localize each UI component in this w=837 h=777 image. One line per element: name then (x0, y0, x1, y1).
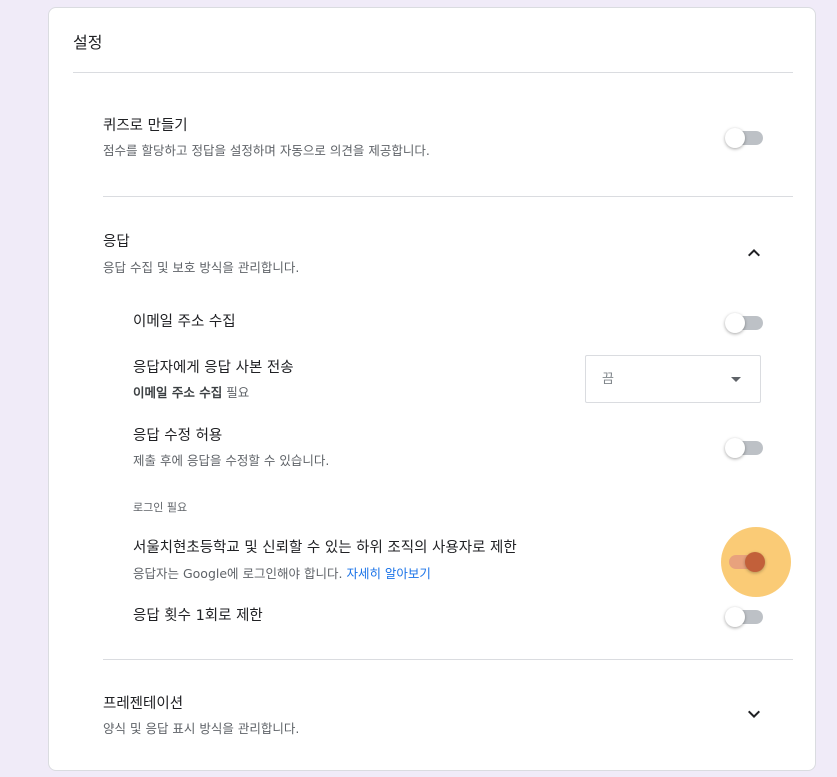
send-copy-select[interactable]: 끔 (585, 355, 761, 403)
send-copy-selected-value: 끔 (602, 372, 614, 387)
limit-one-toggle[interactable] (725, 605, 765, 629)
collect-email-toggle[interactable] (725, 311, 765, 335)
send-copy-requirement: 이메일 주소 수집 필요 (133, 384, 249, 402)
toggle-thumb (745, 552, 765, 572)
limit-one-title: 응답 횟수 1회로 제한 (133, 608, 263, 624)
allow-edit-description: 제출 후에 응답을 수정할 수 있습니다. (133, 453, 330, 468)
chevron-down-icon[interactable] (742, 702, 766, 726)
login-required-label: 로그인 필요 (133, 501, 188, 514)
toggle-thumb (725, 128, 745, 148)
page-title: 설정 (73, 33, 103, 52)
responses-title: 응답 (103, 234, 130, 250)
restrict-org-description-text: 응답자는 Google에 로그인해야 합니다. (133, 566, 347, 581)
collect-email-title: 이메일 주소 수집 (133, 314, 236, 330)
quiz-divider (103, 196, 793, 197)
responses-divider (103, 659, 793, 660)
quiz-toggle[interactable] (725, 126, 765, 150)
presentation-description: 양식 및 응답 표시 방식을 관리합니다. (103, 721, 300, 736)
requirement-suffix: 필요 (222, 385, 250, 400)
settings-card: 설정 퀴즈로 만들기 점수를 할당하고 정답을 설정하며 자동으로 의견을 제공… (48, 7, 816, 771)
toggle-thumb (725, 438, 745, 458)
quiz-description: 점수를 할당하고 정답을 설정하며 자동으로 의견을 제공합니다. (103, 143, 430, 158)
restrict-org-toggle[interactable] (725, 550, 765, 574)
quiz-title: 퀴즈로 만들기 (103, 118, 188, 134)
allow-edit-title: 응답 수정 허용 (133, 428, 223, 444)
send-copy-title: 응답자에게 응답 사본 전송 (133, 360, 294, 376)
responses-description: 응답 수집 및 보호 방식을 관리합니다. (103, 260, 300, 275)
chevron-up-icon[interactable] (742, 241, 766, 265)
toggle-thumb (725, 607, 745, 627)
allow-edit-toggle[interactable] (725, 436, 765, 460)
toggle-thumb (725, 313, 745, 333)
presentation-title: 프레젠테이션 (103, 696, 184, 712)
requirement-bold: 이메일 주소 수집 (133, 385, 223, 400)
restrict-org-title: 서울치현초등학교 및 신뢰할 수 있는 하위 조직의 사용자로 제한 (133, 540, 517, 556)
arrow-drop-down-icon (731, 377, 741, 382)
title-divider (73, 72, 793, 73)
learn-more-link[interactable]: 자세히 알아보기 (346, 566, 430, 581)
restrict-org-description: 응답자는 Google에 로그인해야 합니다. 자세히 알아보기 (133, 565, 431, 583)
